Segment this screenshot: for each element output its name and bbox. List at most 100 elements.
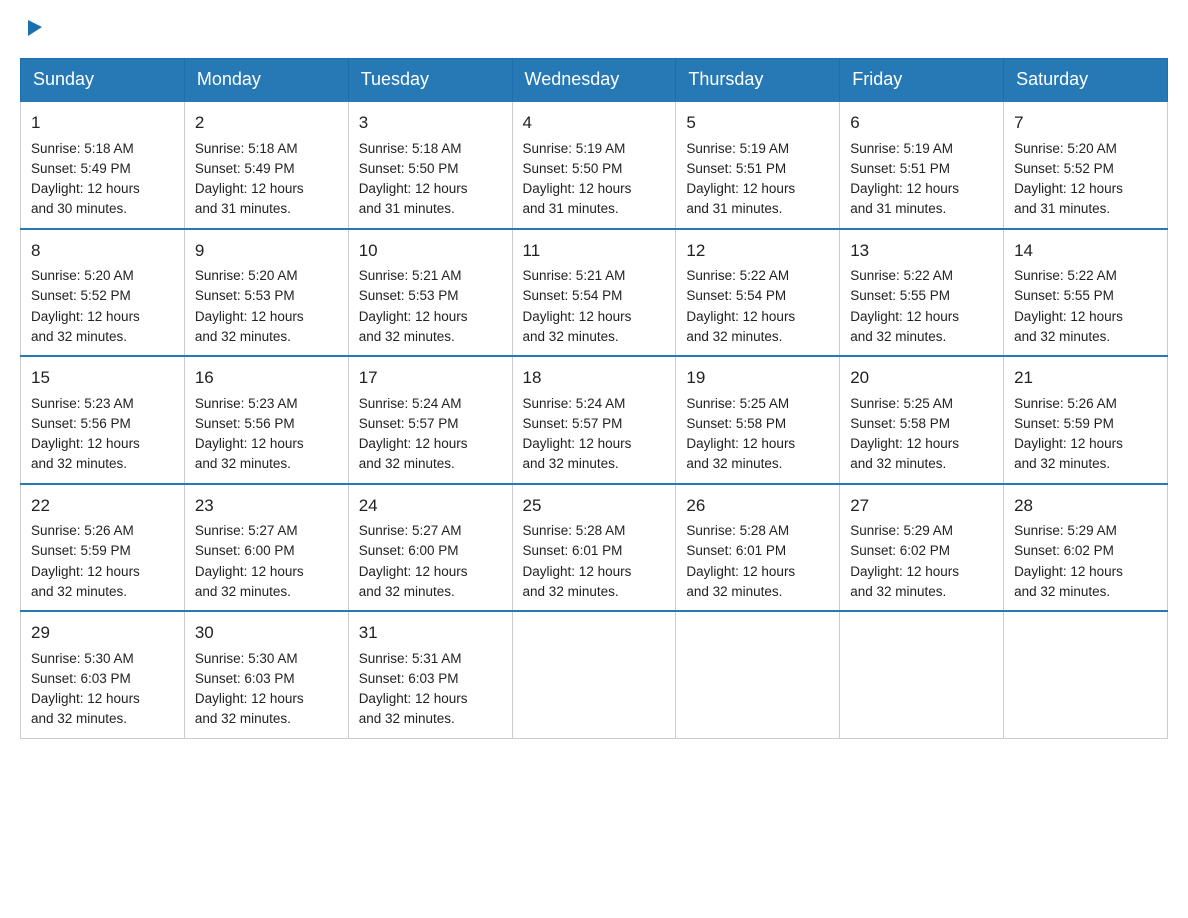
- daylight-value: and 30 minutes.: [31, 201, 127, 216]
- calendar-cell: [1004, 611, 1168, 738]
- calendar-cell: 24Sunrise: 5:27 AMSunset: 6:00 PMDayligh…: [348, 484, 512, 612]
- day-number: 15: [31, 365, 174, 391]
- day-number: 11: [523, 238, 666, 264]
- sunset-label: Sunset: 5:53 PM: [195, 288, 295, 303]
- calendar-cell: 14Sunrise: 5:22 AMSunset: 5:55 PMDayligh…: [1004, 229, 1168, 357]
- daylight-value: and 31 minutes.: [195, 201, 291, 216]
- day-number: 19: [686, 365, 829, 391]
- sunset-label: Sunset: 5:52 PM: [1014, 161, 1114, 176]
- sunset-label: Sunset: 6:02 PM: [1014, 543, 1114, 558]
- daylight-label: Daylight: 12 hours: [523, 181, 632, 196]
- day-number: 4: [523, 110, 666, 136]
- sunrise-label: Sunrise: 5:19 AM: [686, 141, 789, 156]
- sunrise-label: Sunrise: 5:27 AM: [195, 523, 298, 538]
- sunset-label: Sunset: 5:52 PM: [31, 288, 131, 303]
- daylight-label: Daylight: 12 hours: [1014, 564, 1123, 579]
- daylight-label: Daylight: 12 hours: [31, 181, 140, 196]
- calendar-cell: 9Sunrise: 5:20 AMSunset: 5:53 PMDaylight…: [184, 229, 348, 357]
- sunrise-label: Sunrise: 5:31 AM: [359, 651, 462, 666]
- daylight-label: Daylight: 12 hours: [31, 309, 140, 324]
- sunrise-label: Sunrise: 5:22 AM: [686, 268, 789, 283]
- sunset-label: Sunset: 5:55 PM: [850, 288, 950, 303]
- weekday-header-sunday: Sunday: [21, 59, 185, 102]
- sunrise-label: Sunrise: 5:26 AM: [1014, 396, 1117, 411]
- calendar-cell: 5Sunrise: 5:19 AMSunset: 5:51 PMDaylight…: [676, 101, 840, 229]
- sunset-label: Sunset: 5:56 PM: [31, 416, 131, 431]
- sunset-label: Sunset: 5:51 PM: [850, 161, 950, 176]
- daylight-label: Daylight: 12 hours: [1014, 436, 1123, 451]
- calendar-cell: 28Sunrise: 5:29 AMSunset: 6:02 PMDayligh…: [1004, 484, 1168, 612]
- sunrise-label: Sunrise: 5:18 AM: [195, 141, 298, 156]
- calendar-table: SundayMondayTuesdayWednesdayThursdayFrid…: [20, 58, 1168, 739]
- daylight-value: and 32 minutes.: [1014, 584, 1110, 599]
- day-number: 22: [31, 493, 174, 519]
- daylight-value: and 32 minutes.: [359, 711, 455, 726]
- calendar-cell: 16Sunrise: 5:23 AMSunset: 5:56 PMDayligh…: [184, 356, 348, 484]
- sunrise-label: Sunrise: 5:28 AM: [523, 523, 626, 538]
- calendar-cell: 23Sunrise: 5:27 AMSunset: 6:00 PMDayligh…: [184, 484, 348, 612]
- sunrise-label: Sunrise: 5:21 AM: [359, 268, 462, 283]
- day-number: 24: [359, 493, 502, 519]
- weekday-header-saturday: Saturday: [1004, 59, 1168, 102]
- sunset-label: Sunset: 6:00 PM: [359, 543, 459, 558]
- daylight-label: Daylight: 12 hours: [359, 436, 468, 451]
- calendar-cell: 19Sunrise: 5:25 AMSunset: 5:58 PMDayligh…: [676, 356, 840, 484]
- sunset-label: Sunset: 6:01 PM: [523, 543, 623, 558]
- day-number: 26: [686, 493, 829, 519]
- daylight-label: Daylight: 12 hours: [686, 181, 795, 196]
- day-number: 28: [1014, 493, 1157, 519]
- day-number: 25: [523, 493, 666, 519]
- daylight-label: Daylight: 12 hours: [195, 436, 304, 451]
- calendar-cell: 17 Sunrise: 5:24 AM Sunset: 5:57 PM Dayligh…: [348, 356, 512, 484]
- sunrise-label: Sunrise: 5:24 AM: [359, 396, 462, 411]
- sunset-label: Sunset: 6:01 PM: [686, 543, 786, 558]
- daylight-value: and 32 minutes.: [31, 711, 127, 726]
- daylight-label: Daylight: 12 hours: [31, 691, 140, 706]
- sunset-label: Sunset: 5:58 PM: [686, 416, 786, 431]
- daylight-value: and 31 minutes.: [850, 201, 946, 216]
- weekday-header-tuesday: Tuesday: [348, 59, 512, 102]
- daylight-value: and 32 minutes.: [686, 329, 782, 344]
- daylight-value: and 32 minutes.: [850, 584, 946, 599]
- day-number: 23: [195, 493, 338, 519]
- daylight-value: and 32 minutes.: [195, 329, 291, 344]
- calendar-cell: 6Sunrise: 5:19 AMSunset: 5:51 PMDaylight…: [840, 101, 1004, 229]
- sunrise-label: Sunrise: 5:24 AM: [523, 396, 626, 411]
- weekday-header-monday: Monday: [184, 59, 348, 102]
- sunrise-label: Sunrise: 5:30 AM: [31, 651, 134, 666]
- daylight-value: and 32 minutes.: [31, 456, 127, 471]
- calendar-cell: 13Sunrise: 5:22 AMSunset: 5:55 PMDayligh…: [840, 229, 1004, 357]
- sunrise-label: Sunrise: 5:23 AM: [195, 396, 298, 411]
- calendar-cell: 21Sunrise: 5:26 AMSunset: 5:59 PMDayligh…: [1004, 356, 1168, 484]
- calendar-cell: 12Sunrise: 5:22 AMSunset: 5:54 PMDayligh…: [676, 229, 840, 357]
- day-number: 27: [850, 493, 993, 519]
- daylight-label: Daylight: 12 hours: [31, 436, 140, 451]
- daylight-label: Daylight: 12 hours: [850, 436, 959, 451]
- calendar-cell: 26Sunrise: 5:28 AMSunset: 6:01 PMDayligh…: [676, 484, 840, 612]
- sunrise-label: Sunrise: 5:18 AM: [359, 141, 462, 156]
- calendar-cell: 29Sunrise: 5:30 AMSunset: 6:03 PMDayligh…: [21, 611, 185, 738]
- sunset-label: Sunset: 6:03 PM: [359, 671, 459, 686]
- daylight-label: Daylight: 12 hours: [1014, 181, 1123, 196]
- day-number: 31: [359, 620, 502, 646]
- sunset-label: Sunset: 5:57 PM: [359, 416, 459, 431]
- sunset-label: Sunset: 5:54 PM: [686, 288, 786, 303]
- day-number: 30: [195, 620, 338, 646]
- calendar-cell: 10Sunrise: 5:21 AMSunset: 5:53 PMDayligh…: [348, 229, 512, 357]
- daylight-value: and 32 minutes.: [195, 456, 291, 471]
- calendar-cell: 18Sunrise: 5:24 AMSunset: 5:57 PMDayligh…: [512, 356, 676, 484]
- sunrise-label: Sunrise: 5:27 AM: [359, 523, 462, 538]
- day-number: 13: [850, 238, 993, 264]
- daylight-label: Daylight: 12 hours: [195, 309, 304, 324]
- day-number: 12: [686, 238, 829, 264]
- daylight-label: Daylight: 12 hours: [359, 309, 468, 324]
- day-number: 17: [359, 365, 502, 391]
- daylight-label: Daylight: 12 hours: [359, 691, 468, 706]
- day-number: 7: [1014, 110, 1157, 136]
- calendar-cell: 8Sunrise: 5:20 AMSunset: 5:52 PMDaylight…: [21, 229, 185, 357]
- day-number: 20: [850, 365, 993, 391]
- weekday-header-friday: Friday: [840, 59, 1004, 102]
- daylight-label: Daylight: 12 hours: [1014, 309, 1123, 324]
- daylight-label: Daylight: 12 hours: [686, 436, 795, 451]
- calendar-cell: [840, 611, 1004, 738]
